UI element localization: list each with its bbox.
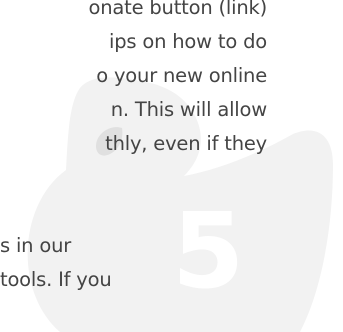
text-line: n. This will allow [110, 98, 267, 121]
text-line: onate button (link) [88, 0, 268, 19]
text-line: s in our [0, 234, 72, 257]
text-line: o your new online [96, 64, 267, 87]
text-line: ips on how to do [109, 30, 267, 53]
text-line: tools. If you [0, 268, 112, 291]
text-line: thly, even if they [105, 132, 267, 155]
article-text: onate button (link) ips on how to do o y… [0, 0, 343, 332]
